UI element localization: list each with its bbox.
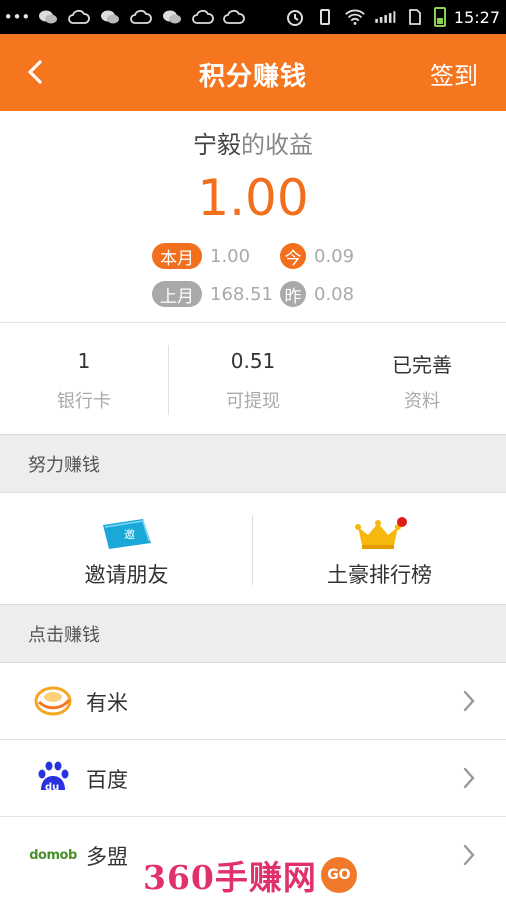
today-badge: 今	[280, 243, 306, 269]
profile-label: 资料	[404, 391, 440, 412]
section-title-click: 点击赚钱	[28, 624, 100, 646]
earnings-panel: 宁毅的收益 1.00 本月 1.00 今 0.09 上月 168.51 昨 0.…	[0, 111, 506, 323]
youmi-label: 有米	[86, 691, 128, 715]
effort-grid: 邀 邀请朋友 土豪排行榜	[0, 493, 506, 605]
leaderboard-button[interactable]: 土豪排行榜	[253, 493, 506, 605]
earnings-title-suffix: 的收益	[241, 131, 313, 159]
earnings-total: 1.00	[197, 169, 309, 227]
youmi-icon	[32, 683, 74, 719]
wechat-icon	[99, 8, 121, 26]
account-summary: 1 银行卡 0.51 可提现 已完善 资料	[0, 323, 506, 435]
more-dots-icon: •••	[3, 8, 31, 26]
bank-card-label: 银行卡	[57, 391, 111, 412]
profile-status: 已完善	[392, 353, 452, 377]
last-month-stat: 上月 168.51	[152, 281, 273, 307]
today-stat: 今 0.09	[280, 243, 354, 269]
section-title-effort: 努力赚钱	[28, 454, 100, 476]
status-system-icons: 15:27	[284, 7, 500, 27]
yesterday-badge: 昨	[280, 281, 306, 307]
leaderboard-label: 土豪排行榜	[327, 563, 432, 587]
cloud-icon	[130, 8, 152, 26]
chevron-right-icon	[463, 844, 475, 866]
crown-icon	[354, 517, 407, 549]
domob-label: 多盟	[86, 845, 128, 869]
section-header-click: 点击赚钱	[0, 605, 506, 663]
bank-card-summary[interactable]: 1 银行卡	[0, 323, 168, 435]
app-header: 积分赚钱 签到	[0, 34, 506, 111]
baidu-paw-icon: du	[32, 760, 74, 796]
notification-dot	[396, 517, 407, 527]
bank-card-count: 1	[77, 349, 91, 373]
list-item-baidu[interactable]: du 百度	[0, 740, 506, 817]
invite-friends-label: 邀请朋友	[84, 563, 169, 587]
profile-summary[interactable]: 已完善 资料	[338, 323, 506, 435]
section-header-effort: 努力赚钱	[0, 435, 506, 493]
withdrawable-amount: 0.51	[230, 349, 276, 373]
invite-friends-button[interactable]: 邀 邀请朋友	[0, 493, 253, 605]
baidu-label: 百度	[86, 768, 128, 792]
watermark: 360手赚网 GO	[143, 854, 357, 897]
this-month-badge: 本月	[152, 243, 202, 269]
earnings-title: 宁毅的收益	[0, 125, 506, 160]
last-month-value: 168.51	[210, 283, 273, 305]
watermark-go-badge: GO	[320, 857, 357, 893]
cloud-icon	[223, 8, 245, 26]
signal-icon	[374, 8, 396, 26]
wechat-icon	[161, 8, 183, 26]
this-month-value: 1.00	[210, 245, 251, 267]
this-month-stat: 本月 1.00	[152, 243, 250, 269]
username: 宁毅	[193, 131, 241, 159]
last-month-badge: 上月	[152, 281, 202, 307]
yesterday-value: 0.08	[314, 283, 355, 305]
withdrawable-label: 可提现	[226, 391, 280, 412]
svg-text:du: du	[45, 782, 59, 793]
checkin-button[interactable]: 签到	[430, 56, 478, 91]
status-notifications: •••	[3, 8, 245, 26]
watermark-text: 360手赚网	[143, 858, 317, 897]
wechat-icon	[37, 8, 59, 26]
cloud-icon	[192, 8, 214, 26]
alarm-icon	[284, 8, 306, 26]
today-value: 0.09	[314, 245, 355, 267]
svg-text:邀: 邀	[124, 527, 135, 541]
wifi-icon	[344, 8, 366, 26]
list-item-youmi[interactable]: 有米	[0, 663, 506, 740]
chevron-right-icon	[463, 690, 475, 712]
vibrate-icon	[314, 8, 336, 26]
domob-logo-icon: domob	[29, 847, 77, 863]
status-bar: ••• 15:27	[0, 0, 506, 34]
cloud-icon	[68, 8, 90, 26]
invite-card-icon: 邀	[102, 519, 151, 549]
yesterday-stat: 昨 0.08	[280, 281, 354, 307]
status-time: 15:27	[453, 7, 500, 27]
battery-icon	[433, 7, 446, 27]
sim-icon	[404, 8, 426, 26]
chevron-right-icon	[463, 767, 475, 789]
withdrawable-summary[interactable]: 0.51 可提现	[169, 323, 337, 435]
